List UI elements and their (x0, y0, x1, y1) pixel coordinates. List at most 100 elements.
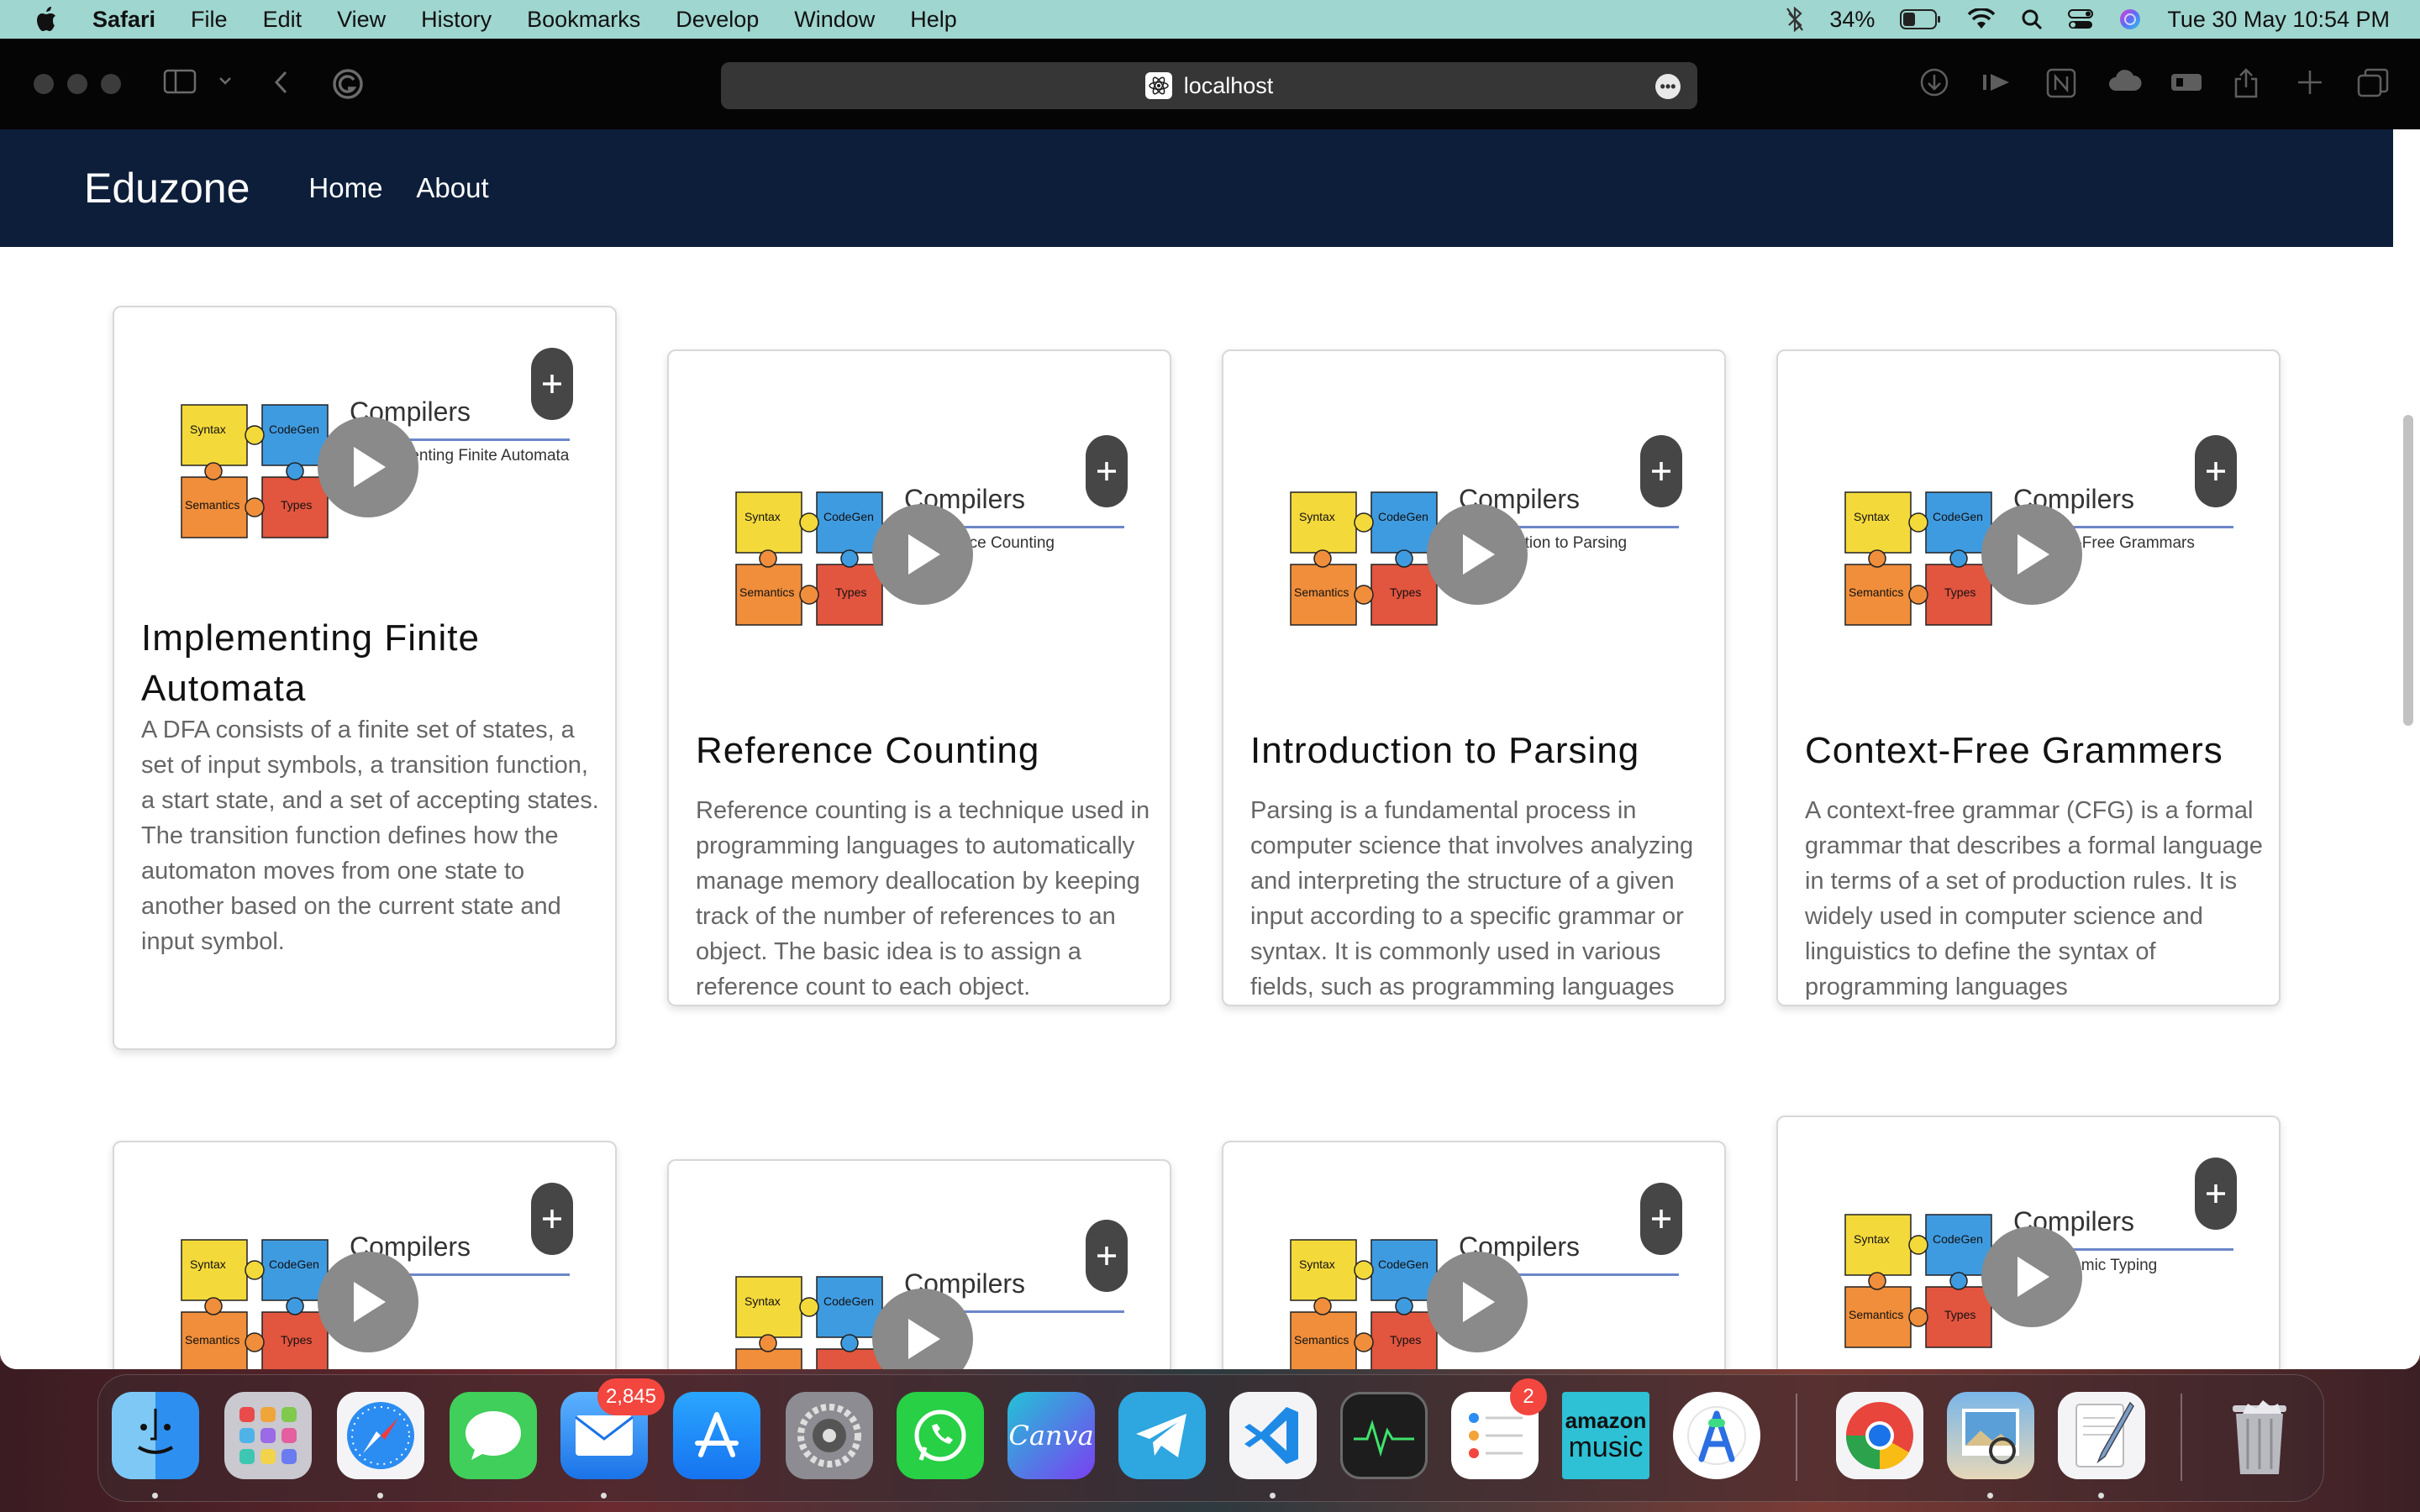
dock: 2,845 Canva 2 amazon music (97, 1374, 2324, 1502)
course-card[interactable]: Syntax CodeGen Semantics Types Compilers Impl… (113, 306, 617, 1050)
finder-icon[interactable] (112, 1392, 199, 1479)
zoom-window-button[interactable] (101, 74, 121, 94)
menu-app-safari[interactable]: Safari (92, 7, 155, 33)
back-arrow-icon[interactable] (271, 67, 292, 97)
menu-history[interactable]: History (421, 7, 492, 33)
menu-file[interactable]: File (191, 7, 228, 33)
card-title[interactable]: Context-Free Grammers (1805, 726, 2259, 776)
safari-app-icon[interactable] (337, 1392, 424, 1479)
menu-develop[interactable]: Develop (676, 7, 759, 33)
amazon-music-icon[interactable]: amazon music (1562, 1392, 1649, 1479)
activity-monitor-icon[interactable] (1340, 1392, 1428, 1479)
app-store-icon[interactable] (673, 1392, 760, 1479)
course-card[interactable]: Syntax CodeGen Semantics Types Compilers rs. … (1776, 1116, 2281, 1369)
play-button[interactable] (872, 504, 973, 605)
address-bar[interactable]: localhost ••• (721, 62, 1697, 109)
cloud-extension-icon[interactable] (2107, 67, 2143, 97)
whatsapp-icon[interactable] (897, 1392, 984, 1479)
menu-window[interactable]: Window (794, 7, 875, 33)
add-to-list-button[interactable] (1640, 1183, 1682, 1255)
svg-text:Syntax: Syntax (1299, 1257, 1335, 1271)
play-button[interactable] (1981, 1226, 2082, 1327)
plus-icon (1652, 462, 1670, 480)
more-options-icon[interactable]: ••• (1655, 74, 1681, 99)
bluetooth-off-icon[interactable] (1786, 7, 1804, 32)
reminders-icon[interactable]: 2 (1451, 1378, 1547, 1479)
react-favicon-icon (1144, 72, 1172, 99)
add-to-list-button[interactable] (531, 1183, 573, 1255)
menu-bookmarks[interactable]: Bookmarks (527, 7, 640, 33)
battery-icon[interactable] (1900, 8, 1942, 30)
course-card[interactable]: Syntax CodeGen Semantics Types Compilers Intr… (1222, 349, 1726, 1006)
reader-extension-icon[interactable] (1981, 67, 2013, 97)
play-button[interactable] (1981, 504, 2082, 605)
play-icon (2018, 534, 2049, 575)
card-title[interactable]: Reference Counting (696, 726, 1150, 776)
course-card[interactable]: SyntaxCodeGenSemanticsTypesCompilersandl… (667, 1159, 1171, 1369)
play-button[interactable] (1427, 1252, 1528, 1352)
site-brand[interactable]: Eduzone (84, 164, 250, 213)
add-to-list-button[interactable] (1640, 435, 1682, 507)
course-card[interactable]: Syntax CodeGen Semantics Types Compilers Refe… (667, 349, 1171, 1006)
mail-badge: 2,845 (597, 1378, 665, 1415)
chrome-icon[interactable] (1836, 1392, 1923, 1479)
vscode-icon[interactable] (1229, 1392, 1317, 1479)
textedit-icon[interactable] (2058, 1392, 2145, 1479)
siri-icon[interactable] (2118, 8, 2142, 31)
control-center-icon[interactable] (2068, 8, 2094, 30)
page-scrollbar[interactable] (2403, 415, 2413, 726)
mail-icon[interactable]: 2,845 (560, 1378, 665, 1479)
spotlight-search-icon[interactable] (2021, 8, 2043, 30)
apple-icon[interactable] (34, 6, 57, 33)
canva-icon[interactable]: Canva (1007, 1392, 1095, 1479)
downloads-icon[interactable] (1919, 67, 1949, 97)
svg-text:CodeGen: CodeGen (823, 1294, 874, 1308)
system-preferences-icon[interactable] (786, 1392, 873, 1479)
card-title[interactable]: Introduction to Parsing (1250, 726, 1704, 776)
play-button[interactable] (318, 417, 418, 517)
course-card[interactable]: SyntaxCodeGenSemanticsTypesCompilersheck… (1222, 1141, 1726, 1369)
notion-extension-icon[interactable] (2045, 67, 2077, 99)
toggle-extension-icon[interactable] (2170, 67, 2203, 97)
messages-icon[interactable] (450, 1392, 537, 1479)
menu-view[interactable]: View (337, 7, 386, 33)
add-to-list-button[interactable] (2195, 435, 2237, 507)
course-card[interactable]: Syntax CodeGen Semantics Types Compilers Cont… (1776, 349, 2281, 1006)
add-to-list-button[interactable] (531, 348, 573, 420)
share-icon[interactable] (2232, 67, 2260, 99)
video-thumbnail[interactable]: SyntaxCodeGenSemanticsTypesCompilersuity (114, 1142, 615, 1369)
clock-datetime[interactable]: Tue 30 May 10:54 PM (2167, 7, 2390, 33)
preview-icon[interactable] (1947, 1392, 2034, 1479)
add-to-list-button[interactable] (2195, 1158, 2237, 1230)
video-thumbnail[interactable]: Syntax CodeGen Semantics Types Compilers rs. … (1778, 1117, 2279, 1369)
sidebar-toggle-icon[interactable] (163, 67, 197, 96)
chevron-down-icon[interactable] (217, 74, 234, 87)
play-button[interactable] (1427, 504, 1528, 605)
svg-text:Semantics: Semantics (1294, 585, 1349, 599)
trash-icon[interactable] (2216, 1392, 2303, 1479)
plus-icon (543, 1210, 561, 1228)
course-card[interactable]: SyntaxCodeGenSemanticsTypesCompilersuity (113, 1141, 617, 1369)
svg-text:Types: Types (1390, 585, 1421, 599)
minimize-window-button[interactable] (67, 74, 87, 94)
menu-help[interactable]: Help (910, 7, 957, 33)
video-thumbnail[interactable]: SyntaxCodeGenSemanticsTypesCompilersheck… (1223, 1142, 1724, 1369)
telegram-icon[interactable] (1118, 1392, 1206, 1479)
menu-edit[interactable]: Edit (263, 7, 302, 33)
tab-overview-icon[interactable] (2356, 67, 2390, 99)
svg-text:Semantics: Semantics (1294, 1333, 1349, 1347)
menu-bar: Safari File Edit View History Bookmarks … (0, 0, 2420, 39)
nav-about-link[interactable]: About (416, 172, 488, 204)
svg-text:CodeGen: CodeGen (1933, 1232, 1983, 1246)
launchpad-icon[interactable] (224, 1392, 312, 1479)
card-title[interactable]: Implementing Finite Automata (141, 613, 595, 714)
nav-home-link[interactable]: Home (308, 172, 382, 204)
add-to-list-button[interactable] (1086, 1220, 1128, 1292)
new-tab-icon[interactable] (2296, 67, 2324, 97)
wifi-icon[interactable] (1967, 8, 1996, 30)
add-to-list-button[interactable] (1086, 435, 1128, 507)
android-studio-icon[interactable] (1673, 1392, 1760, 1479)
close-window-button[interactable] (34, 74, 54, 94)
grammarly-extension-icon[interactable] (331, 67, 365, 101)
play-button[interactable] (318, 1252, 418, 1352)
